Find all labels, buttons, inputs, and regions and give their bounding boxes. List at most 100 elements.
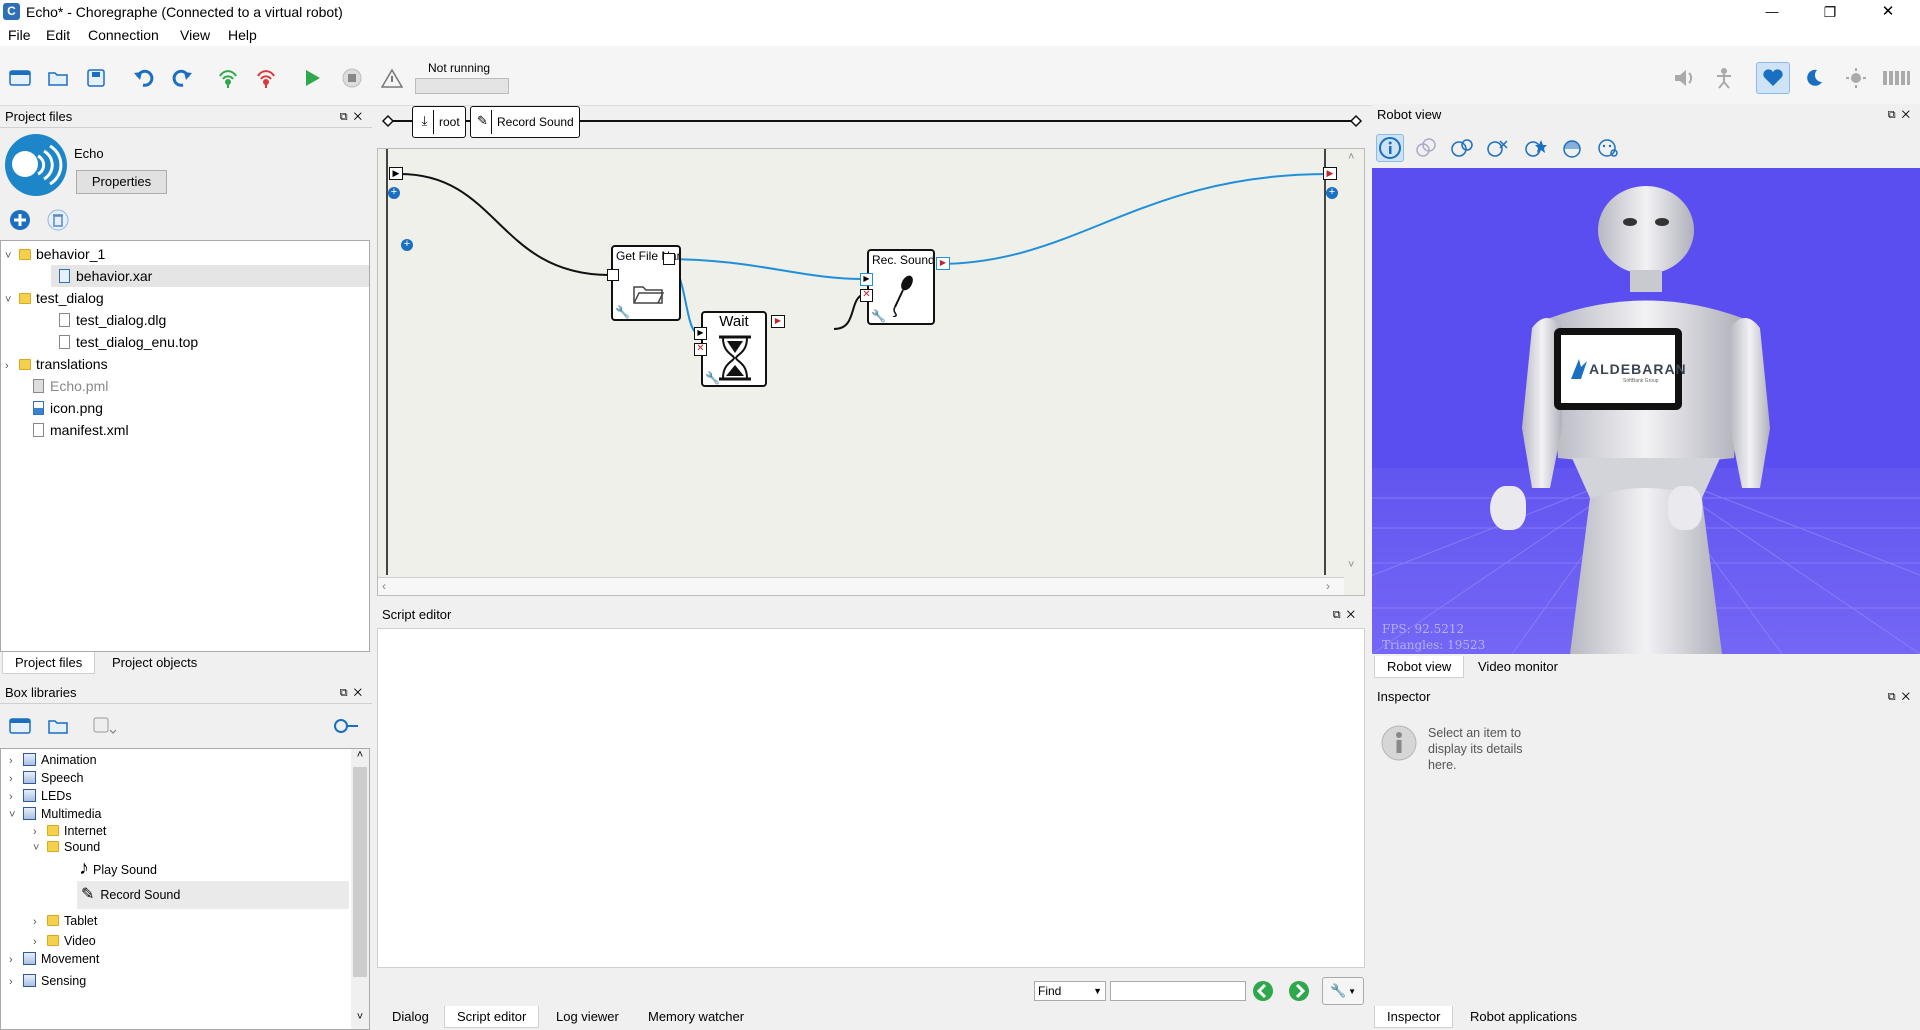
tree-item[interactable]: Echo.pml [33, 375, 108, 397]
tab-script-editor[interactable]: Script editor [444, 1006, 540, 1028]
joint-view-icon[interactable] [1484, 134, 1512, 162]
add-output-icon[interactable]: + [1326, 187, 1338, 199]
maximize-button[interactable]: ❐ [1810, 0, 1850, 24]
rec-sound-output-port[interactable]: ▶ [936, 257, 950, 270]
find-previous-icon[interactable] [1250, 977, 1276, 1005]
tab-dialog[interactable]: Dialog [380, 1006, 441, 1028]
library-item[interactable]: › Sensing [9, 971, 86, 991]
rec-sound-start-port[interactable]: ▶ [860, 273, 873, 286]
view-options-icon[interactable] [1412, 134, 1440, 162]
find-options-icon[interactable]: 🔧 ▼ [1322, 977, 1364, 1005]
menu-view[interactable]: View [180, 27, 210, 43]
autonomous-life-icon[interactable] [1756, 62, 1790, 94]
panel-dock-buttons[interactable]: ⧉✕ [1333, 604, 1361, 626]
animation-mode-icon[interactable] [1710, 64, 1738, 92]
rec-sound-file-box[interactable]: Rec. Sound F 🔧 [867, 249, 935, 325]
scroll-thumb[interactable] [353, 767, 367, 977]
add-file-icon[interactable] [6, 206, 34, 234]
panel-dock-buttons[interactable]: ⧉✕ [1888, 104, 1916, 126]
minimize-button[interactable]: — [1752, 0, 1792, 24]
save-project-icon[interactable] [82, 64, 110, 92]
tree-item[interactable]: › translations [5, 353, 108, 375]
warning-icon[interactable] [378, 64, 406, 92]
script-editor-area[interactable] [377, 628, 1365, 968]
library-item[interactable]: › Video [33, 931, 96, 951]
menu-help[interactable]: Help [228, 27, 257, 43]
tree-item-selected[interactable]: behavior.xar [51, 265, 369, 287]
get-file-name-output-port[interactable] [663, 253, 675, 265]
stop-icon[interactable] [338, 64, 366, 92]
menu-edit[interactable]: Edit [46, 27, 70, 43]
undo-icon[interactable] [130, 64, 158, 92]
tab-inspector[interactable]: Inspector [1374, 1006, 1454, 1028]
star-view-icon[interactable] [1522, 134, 1550, 162]
wait-start-port[interactable]: ▶ [694, 327, 707, 340]
tree-item[interactable]: icon.png [33, 397, 103, 419]
scroll-up-icon[interactable]: ˄ [1348, 151, 1354, 163]
tab-video-monitor[interactable]: Video monitor [1466, 656, 1570, 678]
tab-memory-watcher[interactable]: Memory watcher [636, 1006, 756, 1028]
scroll-down-icon[interactable]: ˅ [1348, 559, 1354, 571]
scroll-right-icon[interactable]: › [1326, 579, 1330, 593]
close-button[interactable]: ✕ [1868, 0, 1908, 24]
tree-item[interactable]: ˅ behavior_1 [5, 243, 105, 265]
sonar-view-icon[interactable] [1558, 134, 1586, 162]
wait-stop-port[interactable]: ✕ [694, 343, 707, 356]
wrench-icon[interactable]: 🔧 [615, 305, 630, 319]
play-icon[interactable] [298, 64, 326, 92]
tab-log-viewer[interactable]: Log viewer [544, 1006, 631, 1028]
open-library-icon[interactable] [44, 712, 72, 740]
face-view-icon[interactable] [1594, 134, 1622, 162]
wake-up-icon[interactable] [1842, 64, 1870, 92]
panel-dock-buttons[interactable]: ⧉✕ [340, 106, 368, 128]
library-box-item[interactable]: ♪ Play Sound [79, 855, 157, 881]
library-item[interactable]: › Animation [9, 750, 97, 770]
tree-item[interactable]: test_dialog_enu.top [59, 331, 198, 353]
volume-icon[interactable] [1670, 64, 1698, 92]
tree-item[interactable]: ˅ test_dialog [5, 287, 104, 309]
breadcrumb-root[interactable]: ⤓ root [412, 106, 466, 138]
delete-file-icon[interactable] [44, 206, 72, 234]
connect-icon[interactable] [214, 64, 242, 92]
scroll-up-icon[interactable]: ˄ [351, 749, 369, 765]
tab-project-objects[interactable]: Project objects [100, 652, 209, 674]
tab-project-files[interactable]: Project files [2, 652, 96, 674]
find-input[interactable] [1110, 981, 1246, 1001]
panel-dock-buttons[interactable]: ⧉✕ [340, 682, 368, 704]
flow-canvas[interactable]: ▶ + + ▶ + Get File Name 🔧 Wait 🔧 ▶ ✕ ▶ R… [377, 148, 1365, 596]
wrench-icon[interactable]: 🔧 [705, 371, 720, 385]
tree-item[interactable]: manifest.xml [33, 419, 129, 441]
library-search-icon[interactable] [332, 712, 360, 740]
add-input-icon[interactable]: + [388, 187, 400, 199]
panel-dock-buttons[interactable]: ⧉✕ [1888, 686, 1916, 708]
menu-connection[interactable]: Connection [88, 27, 159, 43]
rec-sound-stop-port[interactable]: ✕ [860, 289, 873, 302]
breadcrumb-record-sound[interactable]: ✎ Record Sound [470, 106, 580, 138]
library-item[interactable]: › LEDs [9, 786, 72, 806]
redo-icon[interactable] [168, 64, 196, 92]
menu-file[interactable]: File [8, 27, 31, 43]
properties-button[interactable]: Properties [76, 170, 167, 194]
camera-view-icon[interactable] [1448, 134, 1476, 162]
robot-3d-viewport[interactable]: ALDEBARAN SoftBank Group FPS: 92.5212 Tr… [1372, 168, 1920, 654]
wrench-icon[interactable]: 🔧 [871, 309, 886, 323]
input-onstart-port[interactable]: ▶ [389, 167, 403, 180]
library-menu-icon[interactable] [90, 712, 118, 740]
tab-robot-applications[interactable]: Robot applications [1458, 1006, 1589, 1028]
library-scrollbar[interactable]: ˄ ˅ [351, 749, 369, 1029]
library-box-item-selected[interactable]: ✎ Record Sound [77, 881, 349, 909]
add-parameter-icon[interactable]: + [401, 239, 413, 251]
library-item[interactable]: › Speech [9, 768, 83, 788]
rest-icon[interactable] [1800, 64, 1828, 92]
canvas-horizontal-scrollbar[interactable]: ‹ › [378, 577, 1344, 595]
tab-robot-view[interactable]: Robot view [1374, 656, 1465, 678]
output-onstopped-port[interactable]: ▶ [1323, 167, 1337, 180]
library-item[interactable]: › Movement [9, 949, 99, 969]
scroll-down-icon[interactable]: ˅ [351, 1011, 369, 1027]
wait-output-port[interactable]: ▶ [771, 315, 785, 328]
canvas-vertical-scrollbar[interactable]: ˄ ˅ [1344, 149, 1364, 577]
info-icon[interactable] [1376, 134, 1404, 162]
wait-box[interactable]: Wait 🔧 [701, 311, 767, 387]
new-project-icon[interactable] [6, 64, 34, 92]
scroll-left-icon[interactable]: ‹ [382, 579, 386, 593]
